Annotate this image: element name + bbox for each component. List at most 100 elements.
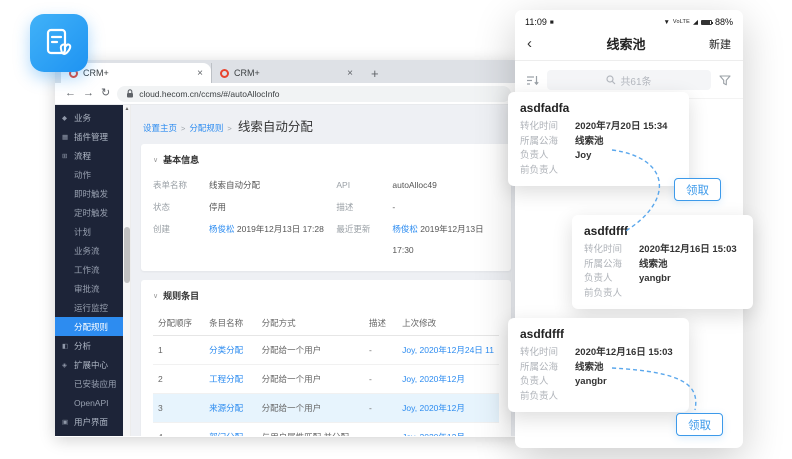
tab-title: CRM+: [234, 68, 342, 78]
table-row[interactable]: 4 部门分配 与用户属性匹配 并分配 - Joy, 2020年12月: [153, 423, 499, 437]
sidebar-item-instant-trigger[interactable]: 即时触发: [55, 184, 123, 203]
breadcrumb-separator: >: [227, 124, 231, 133]
crm-sidebar: ◆业务 ▦插件管理 ⊞流程 动作 即时触发 定时触发 计划 业务流 工作流 审批…: [55, 105, 123, 436]
browser-window: CRM+ × CRM+ × + ← → ↻ cloud.hecom.cn/ccm…: [55, 60, 521, 437]
table-row[interactable]: 2 工程分配 分配给一个用户 - Joy, 2020年12月: [153, 365, 499, 394]
lead-card[interactable]: asdfdfff 转化时间2020年12月16日 15:03 所属公海线索池 负…: [508, 318, 689, 412]
extension-icon: ◈: [62, 361, 70, 369]
claim-button[interactable]: 领取: [676, 413, 723, 436]
tab-close-icon[interactable]: ×: [347, 68, 353, 79]
rule-link[interactable]: 来源分配: [209, 403, 243, 413]
sidebar-item-approval-flow[interactable]: 审批流: [55, 279, 123, 298]
reload-icon[interactable]: ↻: [101, 88, 110, 99]
tab-title: CRM+: [83, 68, 192, 78]
sidebar-item-workflow[interactable]: 工作流: [55, 260, 123, 279]
screenshot-icon: ■: [550, 19, 554, 26]
sidebar-item-analysis[interactable]: ◧分析: [55, 336, 123, 355]
claim-button[interactable]: 领取: [674, 178, 721, 201]
filter-icon[interactable]: [719, 75, 731, 86]
browser-tabstrip: CRM+ × CRM+ × +: [55, 60, 521, 83]
search-input[interactable]: 共61条: [547, 70, 711, 90]
url-text: cloud.hecom.cn/ccms/#/autoAllocInfo: [139, 89, 279, 99]
sort-icon[interactable]: [527, 75, 539, 86]
basic-info-title: 基本信息: [163, 153, 199, 166]
rule-link[interactable]: 工程分配: [209, 374, 243, 384]
search-icon: [606, 75, 616, 85]
rule-items-title: 规则条目: [163, 289, 199, 302]
phone-navbar: ‹ 线索池 新建: [515, 30, 743, 61]
scroll-up-icon[interactable]: ▲: [123, 105, 131, 113]
phone-statusbar: 11:09 ■ ▼ VoLTE ◢ 88%: [515, 10, 743, 30]
business-icon: ◆: [62, 114, 70, 122]
col-name: 条目名称: [204, 311, 256, 336]
field-description: 描述 -: [336, 197, 499, 218]
sidebar-item-business-flow[interactable]: 业务流: [55, 241, 123, 260]
col-modified: 上次修改: [397, 311, 499, 336]
col-method: 分配方式: [257, 311, 364, 336]
sidebar-item-process[interactable]: ⊞流程: [55, 146, 123, 165]
sidebar-item-plan[interactable]: 计划: [55, 222, 123, 241]
sidebar-item-plugins[interactable]: ▦插件管理: [55, 127, 123, 146]
table-header-row: 分配顺序 条目名称 分配方式 描述 上次修改: [153, 311, 499, 336]
rule-items-panel: ∨ 规则条目 分配顺序 条目名称 分配方式 描述 上次修改: [141, 280, 511, 436]
lead-card[interactable]: asdfadfa 转化时间2020年7月20日 15:34 所属公海线索池 负责…: [508, 92, 689, 186]
forward-icon[interactable]: →: [83, 88, 94, 99]
sidebar-scrollbar[interactable]: ▲: [123, 105, 131, 436]
chevron-down-icon[interactable]: ∨: [153, 156, 158, 164]
phone-page-title: 线索池: [547, 34, 705, 53]
search-placeholder: 共61条: [620, 73, 651, 88]
back-icon[interactable]: ←: [65, 88, 76, 99]
browser-addressbar: ← → ↻ cloud.hecom.cn/ccms/#/autoAllocInf…: [55, 83, 521, 105]
sidebar-item-user-interface[interactable]: ▣用户界面: [55, 412, 123, 431]
lock-icon: [126, 89, 134, 98]
status-time: 11:09: [525, 17, 547, 27]
sidebar-item-timed-trigger[interactable]: 定时触发: [55, 203, 123, 222]
document-tap-icon: [42, 26, 76, 60]
rule-link[interactable]: 分类分配: [209, 345, 243, 355]
basic-info-panel: ∨ 基本信息 表单名称 线索自动分配 API autoAlloc49 状态 停用: [141, 144, 511, 271]
back-chevron-icon[interactable]: ‹: [527, 36, 547, 51]
sidebar-item-extension-center[interactable]: ◈扩展中心: [55, 355, 123, 374]
ui-icon: ▣: [62, 418, 70, 426]
lead-title: asdfdfff: [520, 327, 677, 341]
app-logo-badge: [30, 14, 88, 72]
browser-tab-inactive[interactable]: CRM+ ×: [211, 63, 361, 83]
sidebar-item-business[interactable]: ◆业务: [55, 108, 123, 127]
field-api: API autoAlloc49: [336, 175, 499, 196]
field-updated: 最近更新 杨俊松 2019年12月13日 17:30: [336, 219, 499, 261]
breadcrumb-allocation-rules[interactable]: 分配规则: [189, 122, 223, 134]
col-order: 分配顺序: [153, 311, 204, 336]
rule-items-header[interactable]: ∨ 规则条目: [153, 289, 499, 302]
sidebar-item-installed-apps[interactable]: 已安装应用: [55, 374, 123, 393]
lead-card[interactable]: asdfdfff 转化时间2020年12月16日 15:03 所属公海线索池 负…: [572, 215, 753, 309]
sidebar-item-openapi[interactable]: OpenAPI: [55, 393, 123, 412]
updated-user-link[interactable]: 杨俊松: [392, 224, 418, 234]
tab-close-icon[interactable]: ×: [197, 68, 203, 79]
field-created: 创建 杨俊松 2019年12月13日 17:28: [153, 219, 336, 261]
url-bar[interactable]: cloud.hecom.cn/ccms/#/autoAllocInfo: [117, 86, 511, 102]
sidebar-item-action[interactable]: 动作: [55, 165, 123, 184]
scrollbar-thumb[interactable]: [124, 227, 130, 283]
plugin-icon: ▦: [62, 133, 70, 141]
table-row-selected[interactable]: 3 来源分配 分配给一个用户 - Joy, 2020年12月: [153, 394, 499, 423]
new-tab-button[interactable]: +: [371, 66, 379, 83]
sidebar-item-allocation-rules[interactable]: 分配规则: [55, 317, 123, 336]
sidebar-item-monitor[interactable]: 运行监控: [55, 298, 123, 317]
breadcrumb-separator: >: [181, 124, 185, 133]
chevron-down-icon[interactable]: ∨: [153, 292, 158, 300]
table-row[interactable]: 1 分类分配 分配给一个用户 - Joy, 2020年12月24日 11: [153, 336, 499, 365]
create-new-button[interactable]: 新建: [705, 36, 731, 52]
battery-percent: 88%: [715, 17, 733, 27]
flow-icon: ⊞: [62, 152, 70, 160]
field-form-name: 表单名称 线索自动分配: [153, 175, 336, 196]
volte-icon: VoLTE: [673, 19, 690, 25]
chart-icon: ◧: [62, 342, 70, 350]
crm-favicon: [220, 69, 229, 78]
rule-link[interactable]: 部门分配: [209, 432, 243, 436]
lead-title: asdfdfff: [584, 224, 741, 238]
wifi-icon: ▼: [663, 19, 669, 26]
field-status: 状态 停用: [153, 197, 336, 218]
breadcrumb-settings-home[interactable]: 设置主页: [143, 122, 177, 134]
basic-info-header[interactable]: ∨ 基本信息: [153, 153, 499, 166]
created-user-link[interactable]: 杨俊松: [209, 224, 235, 234]
